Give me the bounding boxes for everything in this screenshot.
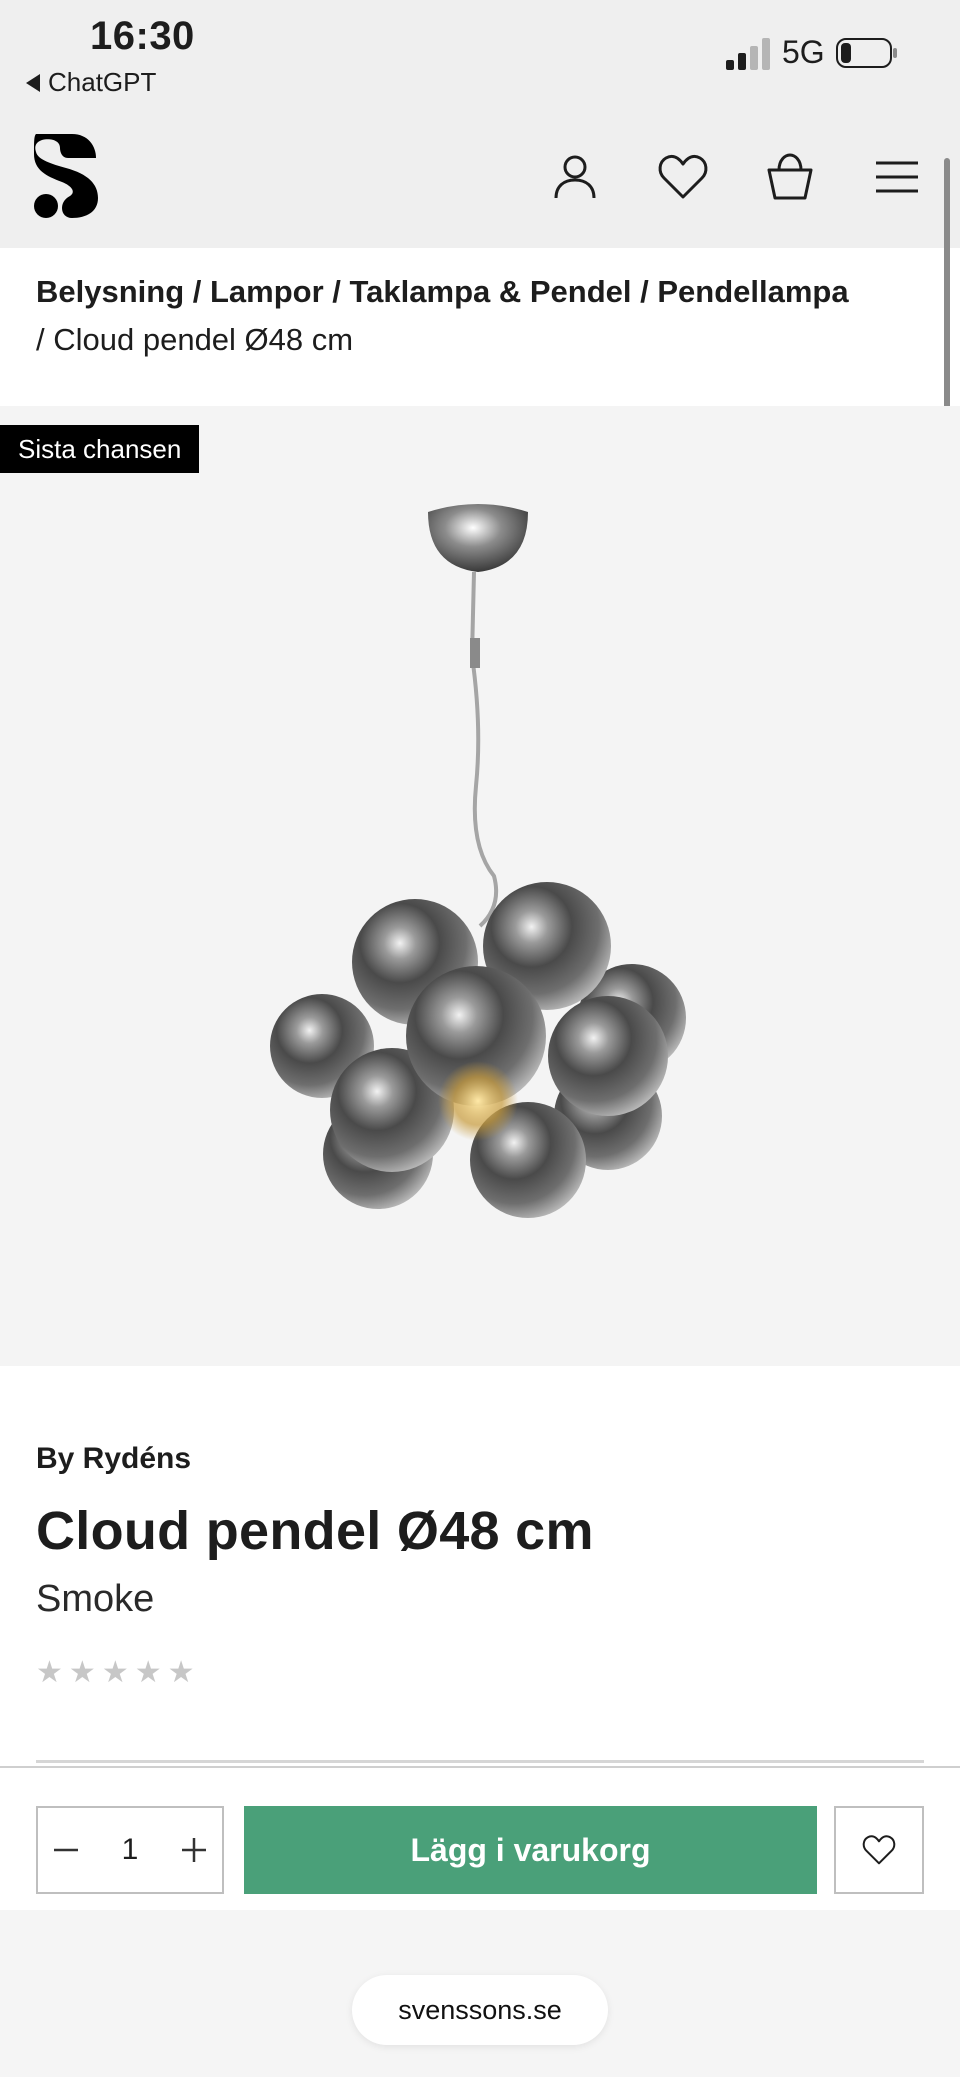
plus-icon (182, 1838, 206, 1862)
product-variant: Smoke (36, 1578, 155, 1620)
add-to-cart-button[interactable]: Lägg i varukorg (244, 1806, 817, 1894)
star-icon: ★ (101, 1656, 129, 1689)
action-bar-divider (0, 1766, 960, 1768)
star-icon: ★ (167, 1656, 195, 1689)
breadcrumb-current: Cloud pendel Ø48 cm (53, 322, 354, 357)
sale-badge: Sista chansen (0, 425, 200, 473)
breadcrumb: Belysning / Lampor / Taklampa & Pendel /… (36, 268, 926, 364)
section-divider (36, 1760, 924, 1763)
cart-icon[interactable] (763, 150, 817, 204)
battery-icon (836, 38, 897, 68)
back-to-app-link[interactable]: ChatGPT (26, 67, 156, 98)
breadcrumb-link-taklampa[interactable]: Taklampa & Pendel (350, 274, 632, 309)
star-icon: ★ (68, 1656, 96, 1689)
star-icon: ★ (36, 1656, 63, 1689)
network-type: 5G (782, 34, 825, 70)
add-to-wishlist-button[interactable] (834, 1806, 924, 1894)
product-title: Cloud pendel Ø48 cm (36, 1501, 594, 1561)
breadcrumb-separator: / (36, 322, 54, 357)
breadcrumb-separator: / (631, 274, 658, 309)
quantity-increase-button[interactable] (166, 1808, 222, 1892)
star-icon: ★ (134, 1656, 162, 1689)
back-app-label: ChatGPT (48, 67, 157, 97)
quantity-stepper: 1 (36, 1806, 224, 1894)
product-brand[interactable]: By Rydéns (36, 1442, 191, 1476)
status-time: 16:30 (90, 14, 195, 58)
product-image[interactable] (0, 406, 960, 1366)
signal-icon (726, 38, 770, 70)
heart-icon[interactable] (656, 150, 710, 204)
back-triangle-icon (26, 73, 40, 92)
heart-icon (862, 1835, 896, 1865)
minus-icon (54, 1848, 78, 1852)
breadcrumb-link-belysning[interactable]: Belysning (36, 274, 184, 309)
breadcrumb-separator: / (184, 274, 210, 309)
breadcrumb-link-pendellampa[interactable]: Pendellampa (657, 274, 848, 309)
breadcrumb-separator: / (323, 274, 350, 309)
menu-icon[interactable] (870, 150, 924, 204)
quantity-value[interactable]: 1 (122, 1833, 139, 1867)
svenssons-logo-icon[interactable] (32, 130, 100, 220)
browser-url-bar[interactable]: svenssons.se (352, 1975, 608, 2045)
quantity-decrease-button[interactable] (38, 1808, 94, 1892)
account-icon[interactable] (548, 150, 602, 204)
breadcrumb-link-lampor[interactable]: Lampor (210, 274, 324, 309)
rating-stars[interactable]: ★ ★ ★ ★ ★ (36, 1658, 195, 1688)
